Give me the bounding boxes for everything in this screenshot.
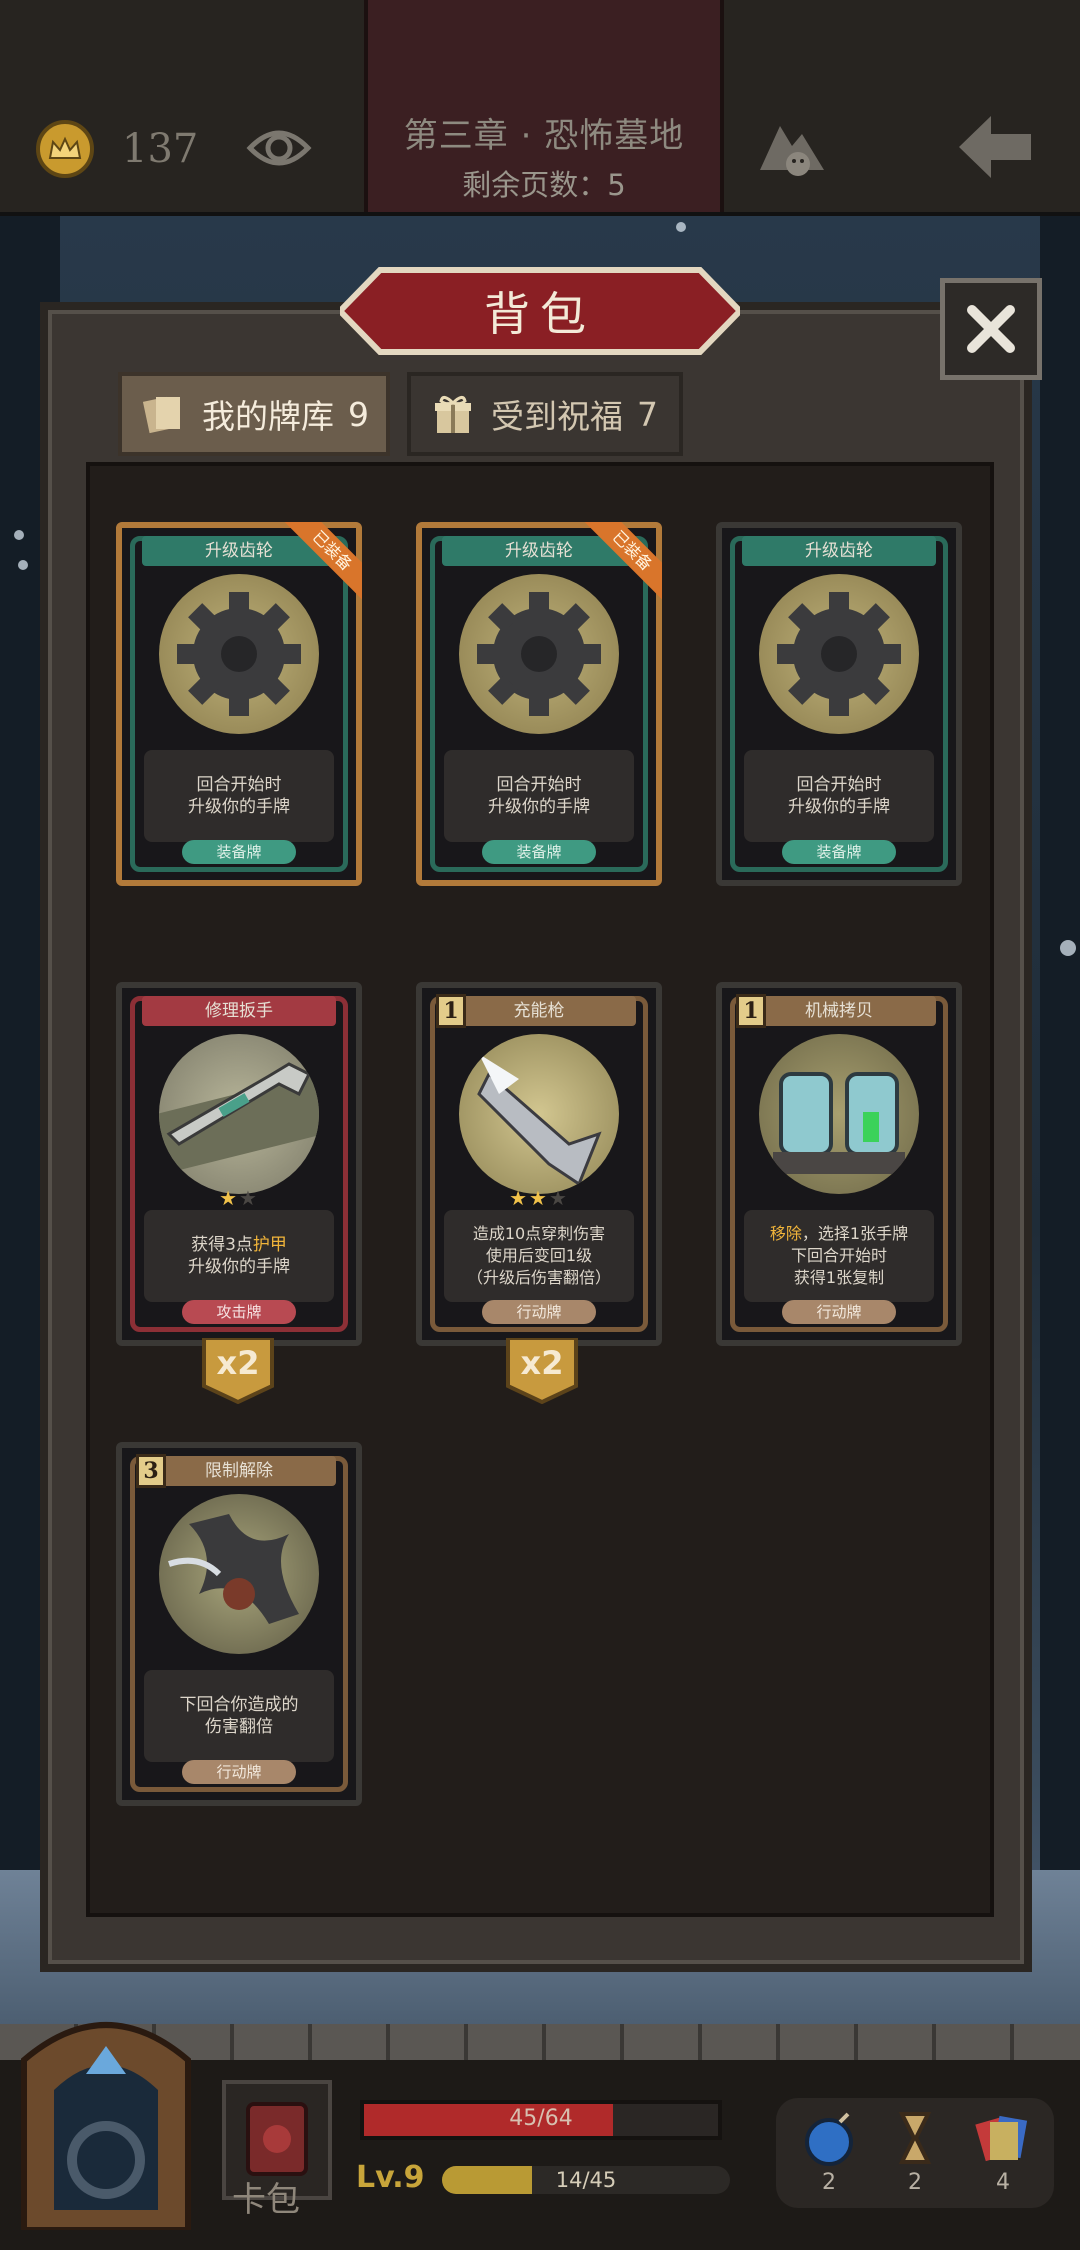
card-type: 攻击牌 [182, 1300, 296, 1324]
card-repair-wrench[interactable]: 修理扳手 ★★ 获得3点护甲 升级你的手牌 攻击牌 [116, 982, 362, 1346]
back-arrow-icon[interactable] [955, 112, 1035, 182]
card-mechanical-copy[interactable]: 机械拷贝 1 移除，选择1张手牌 下回合开始时 获得1张复制 行动牌 [716, 982, 962, 1346]
tab-my-deck[interactable]: 我的牌库 9 [118, 372, 390, 456]
resource-cards[interactable]: 4 [968, 2108, 1038, 2195]
card-type: 行动牌 [782, 1300, 896, 1324]
resource-hourglass[interactable]: 2 [880, 2108, 950, 2195]
limit-break-art [159, 1494, 319, 1654]
xp-text: 14/45 [555, 2168, 617, 2192]
card-pack-label: 卡包 [232, 2180, 300, 2220]
card-name: 限制解除 [142, 1456, 336, 1486]
card-upgrade-gear[interactable]: 升级齿轮 回合开始时 升级你的手牌 装备牌 已装备 [416, 522, 662, 886]
card-multiplier: x2 [520, 1344, 564, 1382]
tab-count: 7 [637, 394, 658, 434]
resource-bomb[interactable]: 2 [794, 2108, 864, 2195]
hp-bar: 45/64 [360, 2100, 722, 2140]
eye-icon[interactable] [246, 122, 312, 174]
gear-art [759, 574, 919, 734]
hp-text: 45/64 [509, 2106, 573, 2131]
level-label: Lv.9 [356, 2160, 425, 2195]
card-type: 装备牌 [782, 840, 896, 864]
card-description: 下回合你造成的 伤害翻倍 [144, 1670, 334, 1762]
card-cost: 1 [736, 994, 766, 1028]
tab-count: 9 [348, 394, 369, 434]
card-upgrade-gear[interactable]: 升级齿轮 回合开始时 升级你的手牌 装备牌 已装备 [116, 522, 362, 886]
card-description: 回合开始时 升级你的手牌 [144, 750, 334, 842]
chapter-info: 第三章 · 恐怖墓地 剩余页数：5 [364, 0, 724, 212]
tab-label: 我的牌库 [202, 397, 334, 436]
equipped-badge: 已装备 [280, 522, 362, 604]
card-cost: 3 [136, 1454, 166, 1488]
cards-icon [975, 2115, 1028, 2162]
hourglass-icon [898, 2112, 932, 2164]
card-name: 升级齿轮 [742, 536, 936, 566]
tab-blessings[interactable]: 受到祝福 7 [407, 372, 683, 456]
snowflake [676, 222, 686, 232]
card-upgrade-gear[interactable]: 升级齿轮 回合开始时 升级你的手牌 装备牌 [716, 522, 962, 886]
card-multiplier: x2 [216, 1344, 260, 1382]
upgrade-stars: ★★ [219, 1186, 259, 1210]
crown-coin-icon [36, 120, 94, 178]
cards-icon [142, 396, 180, 434]
gun-art [459, 1034, 619, 1194]
tab-label: 受到祝福 [491, 397, 623, 436]
close-button[interactable] [940, 278, 1042, 380]
card-description: 移除，选择1张手牌 下回合开始时 获得1张复制 [744, 1210, 934, 1302]
resource-count: 4 [996, 2170, 1010, 2195]
panel-title: 背包 [484, 287, 596, 341]
card-limit-break[interactable]: 限制解除 3 下回合你造成的 伤害翻倍 行动牌 [116, 1442, 362, 1806]
card-charge-gun[interactable]: 充能枪 1 ★★★ 造成10点穿刺伤害 使用后变回1级 （升级后伤害翻倍） 行动… [416, 982, 662, 1346]
xp-bar: 14/45 [442, 2166, 730, 2194]
equipped-badge: 已装备 [580, 522, 662, 604]
deck-door-icon[interactable] [14, 2000, 198, 2233]
card-name: 机械拷贝 [742, 996, 936, 1026]
close-icon [967, 305, 1015, 353]
snowflake [18, 560, 28, 570]
gift-icon [435, 396, 471, 433]
card-description: 获得3点护甲 升级你的手牌 [144, 1210, 334, 1302]
snowflake [14, 530, 24, 540]
card-description: 回合开始时 升级你的手牌 [744, 750, 934, 842]
card-description: 造成10点穿刺伤害 使用后变回1级 （升级后伤害翻倍） [444, 1210, 634, 1302]
card-type: 装备牌 [182, 840, 296, 864]
card-description: 回合开始时 升级你的手牌 [444, 750, 634, 842]
upgrade-stars: ★★★ [509, 1186, 569, 1210]
snowflake [1060, 940, 1076, 956]
top-bar: 137 第三章 · 恐怖墓地 剩余页数：5 [0, 0, 1080, 216]
resource-count: 2 [908, 2170, 922, 2195]
resource-count: 2 [822, 2170, 836, 2195]
card-name: 充能枪 [442, 996, 636, 1026]
bomb-icon [805, 2112, 853, 2166]
card-name: 修理扳手 [142, 996, 336, 1026]
gold-count: 137 [122, 126, 199, 172]
chapter-title: 第三章 · 恐怖墓地 [403, 116, 685, 156]
card-cost: 1 [436, 994, 466, 1028]
card-type: 装备牌 [482, 840, 596, 864]
pages-left: 剩余页数：5 [462, 168, 626, 202]
wrench-art [159, 1034, 319, 1194]
copy-machine-art [759, 1034, 919, 1194]
card-type: 行动牌 [182, 1760, 296, 1784]
map-icon[interactable] [756, 112, 828, 182]
tree-trunk [1040, 210, 1080, 2010]
card-type: 行动牌 [482, 1300, 596, 1324]
